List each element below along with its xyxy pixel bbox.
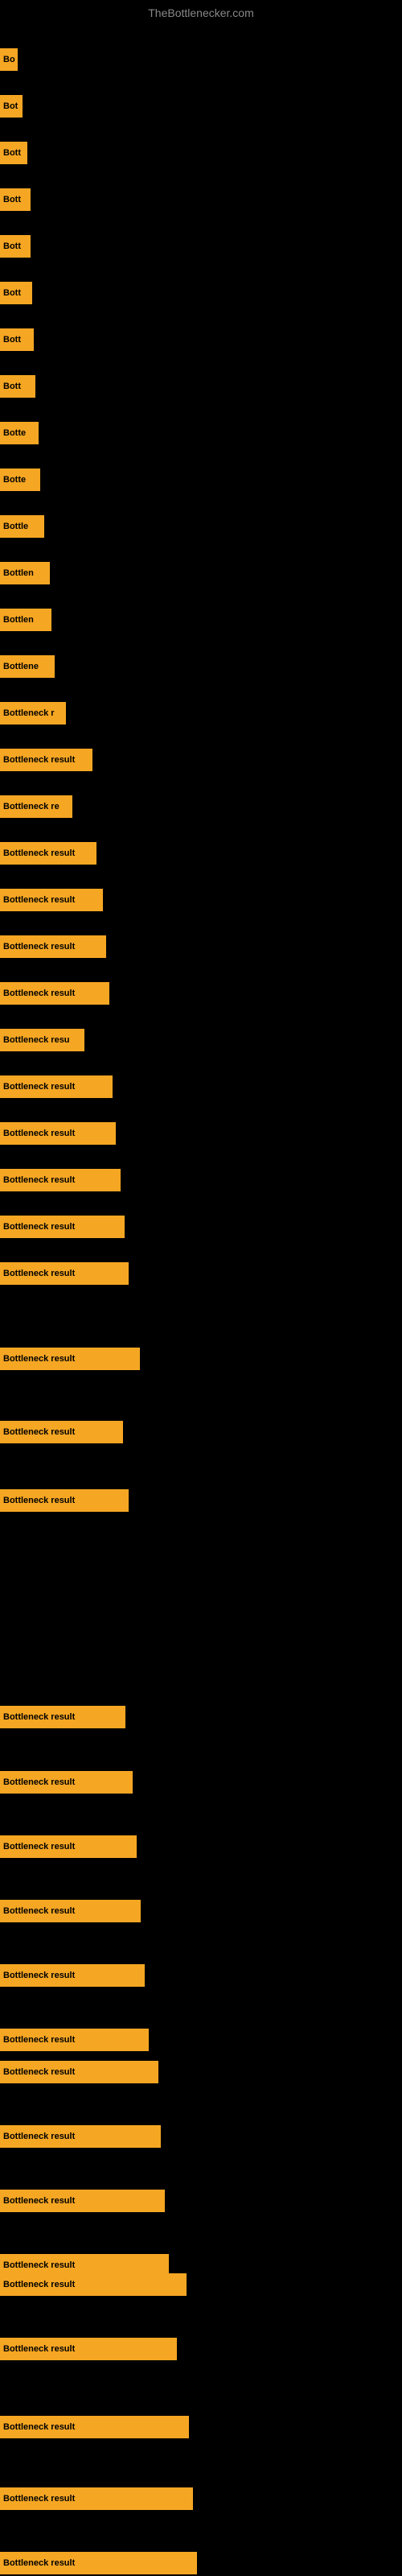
bar: Bottleneck re (0, 795, 72, 818)
bar-row: Bottleneck result (0, 982, 402, 1005)
bar: Bottleneck result (0, 2029, 149, 2051)
bar-row: Bottleneck result (0, 2552, 402, 2574)
bar: Bottleneck result (0, 2190, 165, 2212)
bar-row: Bo (0, 48, 402, 71)
bar-row: Bottleneck result (0, 2487, 402, 2510)
bar-row: Bott (0, 188, 402, 211)
bar: Bot (0, 95, 23, 118)
bar: Bottleneck resu (0, 1029, 84, 1051)
bar: Botte (0, 469, 40, 491)
bar: Bott (0, 142, 27, 164)
bar-row: Bottleneck result (0, 1421, 402, 1443)
bar-row: Bottleneck result (0, 1169, 402, 1191)
bar: Bottleneck result (0, 1075, 113, 1098)
bar: Bott (0, 188, 31, 211)
bar-row: Bottleneck result (0, 842, 402, 865)
bar: Bottleneck result (0, 2273, 187, 2296)
bar: Bottleneck result (0, 1216, 125, 1238)
bar-row: Bottleneck result (0, 1262, 402, 1285)
bar-row: Bottleneck result (0, 2061, 402, 2083)
bar-row: Bottleneck result (0, 1489, 402, 1512)
bar: Bott (0, 235, 31, 258)
bar: Bottleneck result (0, 1348, 140, 1370)
bar: Bottlen (0, 562, 50, 584)
bar-row: Bottleneck result (0, 2029, 402, 2051)
bar: Bottleneck result (0, 1771, 133, 1794)
bar-row: Bottleneck result (0, 2416, 402, 2438)
bar-row: Bottleneck r (0, 702, 402, 724)
bar: Bottleneck result (0, 935, 106, 958)
bar: Bottleneck result (0, 1122, 116, 1145)
bar-row: Bottlen (0, 562, 402, 584)
bar: Bottleneck result (0, 1964, 145, 1987)
bar-row: Bottleneck result (0, 889, 402, 911)
bar-row: Bottleneck result (0, 1348, 402, 1370)
bar-row: Bott (0, 328, 402, 351)
bar-row: Bottleneck result (0, 1216, 402, 1238)
bar: Bottleneck result (0, 749, 92, 771)
bar: Bottleneck result (0, 1900, 141, 1922)
site-title: TheBottlenecker.com (0, 0, 402, 23)
bar-row: Bottleneck re (0, 795, 402, 818)
bar: Bottleneck result (0, 1262, 129, 1285)
bar: Bottleneck result (0, 1489, 129, 1512)
bar: Bo (0, 48, 18, 71)
bar: Bottlene (0, 655, 55, 678)
bar-row: Bottle (0, 515, 402, 538)
bar-row: Bott (0, 235, 402, 258)
bar-row: Bottleneck result (0, 2125, 402, 2148)
bar: Bottleneck r (0, 702, 66, 724)
bar-row: Bottleneck resu (0, 1029, 402, 1051)
bar-row: Bottlen (0, 609, 402, 631)
bar-row: Bott (0, 282, 402, 304)
bar-row: Bottleneck result (0, 1075, 402, 1098)
bar: Bottleneck result (0, 1706, 125, 1728)
bar-row: Bottleneck result (0, 1706, 402, 1728)
bar: Bottleneck result (0, 1169, 121, 1191)
bar-row: Bottleneck result (0, 1900, 402, 1922)
bar: Botte (0, 422, 39, 444)
bar-row: Botte (0, 469, 402, 491)
bar-row: Bott (0, 375, 402, 398)
bar: Bottleneck result (0, 2487, 193, 2510)
bar: Bott (0, 282, 32, 304)
bar-row: Bott (0, 142, 402, 164)
bar: Bottle (0, 515, 44, 538)
bar: Bottleneck result (0, 1835, 137, 1858)
bar: Bottleneck result (0, 2416, 189, 2438)
bar: Bott (0, 375, 35, 398)
bar-row: Bottleneck result (0, 749, 402, 771)
bar: Bottleneck result (0, 2338, 177, 2360)
bar-row: Bottleneck result (0, 1835, 402, 1858)
bar-row: Bottleneck result (0, 1964, 402, 1987)
bar-row: Bottleneck result (0, 2338, 402, 2360)
bar-row: Bottleneck result (0, 935, 402, 958)
bar: Bottleneck result (0, 889, 103, 911)
bar-row: Bottleneck result (0, 1771, 402, 1794)
bar-row: Bottleneck result (0, 1122, 402, 1145)
bar: Bottleneck result (0, 982, 109, 1005)
bar: Bottleneck result (0, 2125, 161, 2148)
bar-row: Botte (0, 422, 402, 444)
bar-row: Bot (0, 95, 402, 118)
bar: Bottlen (0, 609, 51, 631)
bar: Bottleneck result (0, 842, 96, 865)
bar: Bottleneck result (0, 1421, 123, 1443)
bar: Bottleneck result (0, 2061, 158, 2083)
bar-row: Bottleneck result (0, 2273, 402, 2296)
bar: Bott (0, 328, 34, 351)
bar-row: Bottleneck result (0, 2190, 402, 2212)
bars-container: Bo Bot Bott Bott Bott Bott Bott Bott Botte Botte B… (0, 24, 402, 2576)
bar: Bottleneck result (0, 2552, 197, 2574)
bar-row: Bottlene (0, 655, 402, 678)
